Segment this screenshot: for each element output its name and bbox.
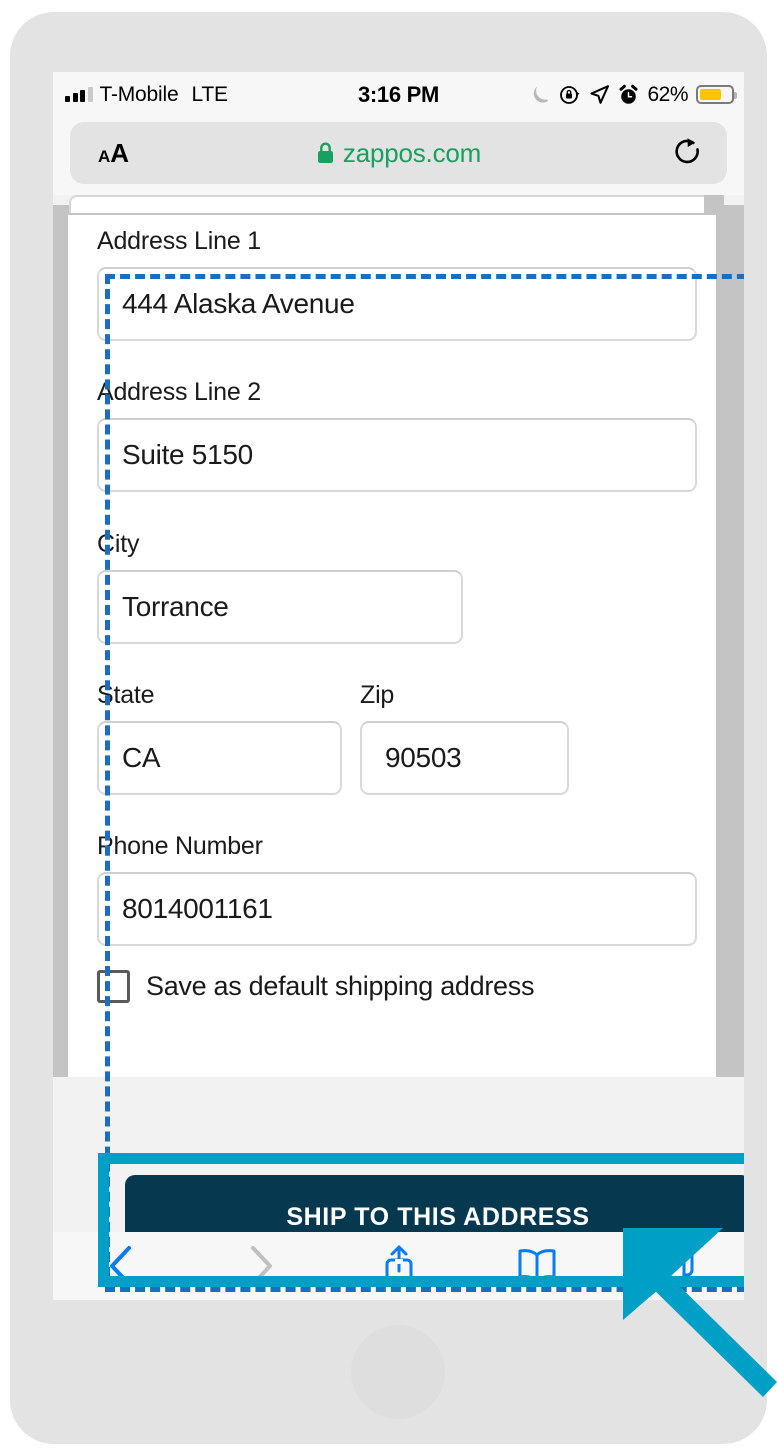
status-bar-right: 62%	[531, 82, 737, 107]
home-button[interactable]	[351, 1325, 445, 1419]
shipping-address-form: Address Line 1 444 Alaska Avenue Address…	[68, 215, 716, 1077]
browser-chrome: AA zappos.com	[53, 117, 744, 195]
field-phone-number: Phone Number 8014001161	[97, 834, 697, 946]
moon-icon	[534, 85, 549, 103]
forward-button[interactable]	[191, 1243, 329, 1289]
previous-field-peek	[69, 195, 724, 213]
location-arrow-icon	[590, 85, 610, 104]
url-display[interactable]: zappos.com	[70, 138, 727, 169]
field-city: City Torrance	[97, 532, 463, 644]
city-input[interactable]: Torrance	[97, 570, 463, 644]
status-bar: T-Mobile LTE 3:16 PM 62%	[53, 72, 744, 117]
rotation-lock-icon	[560, 85, 580, 104]
phone-frame: T-Mobile LTE 3:16 PM 62% A A zappos.com …	[10, 12, 767, 1444]
field-address-line-2: Address Line 2 Suite 5150	[97, 380, 697, 492]
field-value: 444 Alaska Avenue	[122, 288, 355, 319]
address-bar[interactable]: AA zappos.com	[70, 122, 727, 184]
safari-bottom-toolbar	[53, 1232, 744, 1300]
checkbox-icon[interactable]	[97, 970, 130, 1003]
field-value: CA	[122, 742, 161, 773]
state-input[interactable]: CA	[97, 721, 342, 795]
share-icon	[385, 1245, 412, 1285]
battery-icon	[696, 85, 737, 104]
checkbox-label: Save as default shipping address	[146, 971, 535, 1001]
field-state: State CA	[97, 683, 342, 795]
address-line-1-input[interactable]: 444 Alaska Avenue	[97, 267, 697, 341]
field-label: City	[97, 530, 140, 558]
field-label: State	[97, 681, 155, 709]
field-value: 90503	[385, 742, 462, 773]
book-icon	[518, 1249, 556, 1283]
field-value: 8014001161	[122, 893, 273, 924]
field-label: Address Line 2	[97, 378, 261, 406]
reload-icon[interactable]	[671, 135, 705, 171]
zip-input[interactable]: 90503	[360, 721, 569, 795]
field-label: Zip	[360, 681, 395, 709]
back-button[interactable]	[53, 1243, 191, 1289]
tabs-button[interactable]	[606, 1245, 744, 1287]
field-value: Suite 5150	[122, 439, 253, 470]
lock-icon	[317, 142, 333, 163]
field-address-line-1: Address Line 1 444 Alaska Avenue	[97, 229, 697, 341]
web-page-content: Address Line 1 444 Alaska Avenue Address…	[53, 195, 744, 1300]
url-text: zappos.com	[342, 137, 482, 168]
phone-screen: T-Mobile LTE 3:16 PM 62% A A zappos.com …	[53, 72, 744, 1300]
field-label: Address Line 1	[97, 227, 261, 255]
field-value: Torrance	[122, 591, 229, 622]
field-zip: Zip 90503	[360, 683, 569, 795]
chevron-left-icon	[110, 1246, 132, 1286]
bookmarks-button[interactable]	[468, 1246, 606, 1286]
phone-number-input[interactable]: 8014001161	[97, 872, 697, 946]
save-default-address-checkbox-row[interactable]: Save as default shipping address	[97, 970, 534, 1003]
field-label: Phone Number	[97, 832, 263, 860]
share-button[interactable]	[329, 1241, 467, 1291]
address-line-2-input[interactable]: Suite 5150	[97, 418, 697, 492]
alarm-clock-icon	[619, 84, 638, 104]
chevron-right-icon	[251, 1246, 273, 1286]
tabs-icon	[656, 1247, 694, 1285]
ship-to-this-address-label: SHIP TO THIS ADDRESS	[286, 1202, 590, 1231]
battery-percent-label: 62%	[647, 82, 688, 106]
